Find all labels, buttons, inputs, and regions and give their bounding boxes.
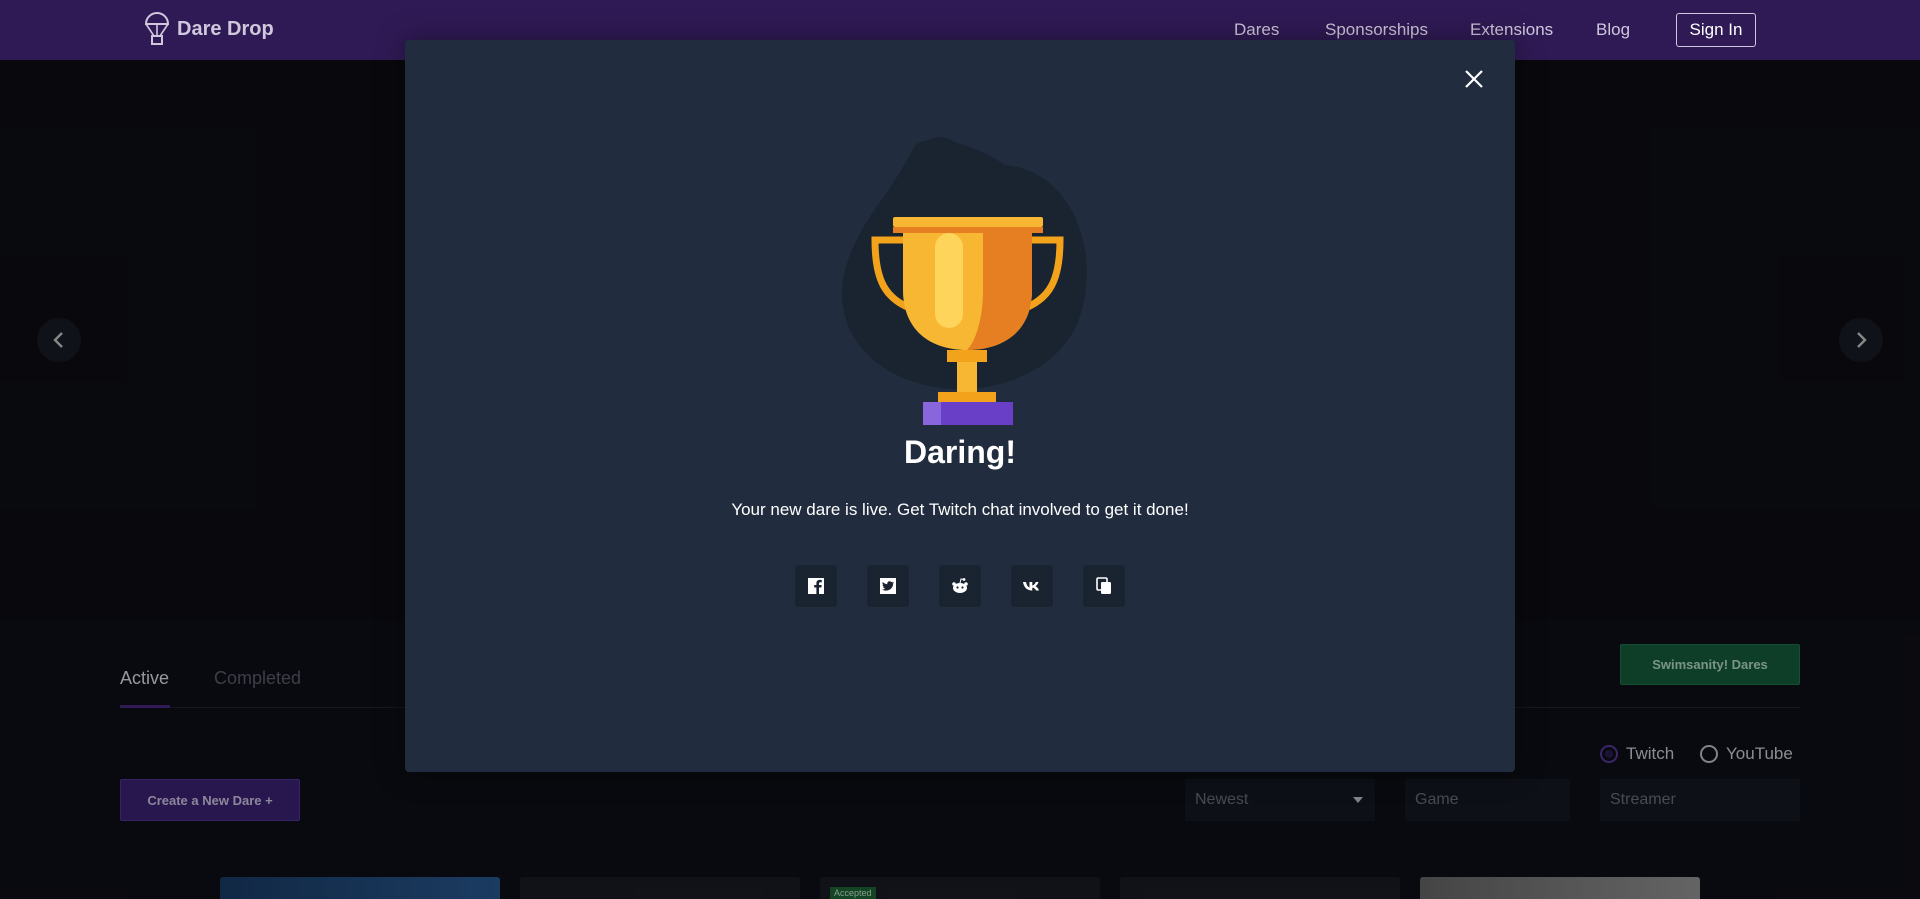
close-button[interactable] bbox=[1459, 64, 1489, 94]
share-facebook-button[interactable] bbox=[795, 565, 837, 607]
brand-name: Dare Drop bbox=[177, 17, 274, 40]
nav-link-sponsorships[interactable]: Sponsorships bbox=[1325, 20, 1428, 40]
twitter-icon bbox=[880, 578, 896, 594]
nav-link-blog[interactable]: Blog bbox=[1596, 20, 1630, 40]
nav-link-dares[interactable]: Dares bbox=[1234, 20, 1279, 40]
reddit-icon bbox=[952, 578, 968, 593]
share-vk-button[interactable] bbox=[1011, 565, 1053, 607]
brand-logo[interactable]: Dare Drop bbox=[143, 12, 274, 46]
copy-icon bbox=[1096, 577, 1111, 594]
sign-in-button[interactable]: Sign In bbox=[1676, 13, 1756, 47]
vk-icon bbox=[1023, 582, 1039, 591]
copy-link-button[interactable] bbox=[1083, 565, 1125, 607]
trophy-illustration bbox=[841, 137, 1087, 425]
modal-message: Your new dare is live. Get Twitch chat i… bbox=[731, 500, 1189, 519]
close-icon bbox=[1465, 70, 1483, 88]
nav-link-extensions[interactable]: Extensions bbox=[1470, 20, 1553, 40]
modal-title: Daring! bbox=[904, 434, 1016, 470]
facebook-icon bbox=[808, 578, 824, 594]
success-modal: Daring! Your new dare is live. Get Twitc… bbox=[405, 40, 1515, 772]
share-twitter-button[interactable] bbox=[867, 565, 909, 607]
parachute-icon bbox=[144, 12, 170, 45]
share-reddit-button[interactable] bbox=[939, 565, 981, 607]
share-buttons bbox=[795, 565, 1125, 607]
